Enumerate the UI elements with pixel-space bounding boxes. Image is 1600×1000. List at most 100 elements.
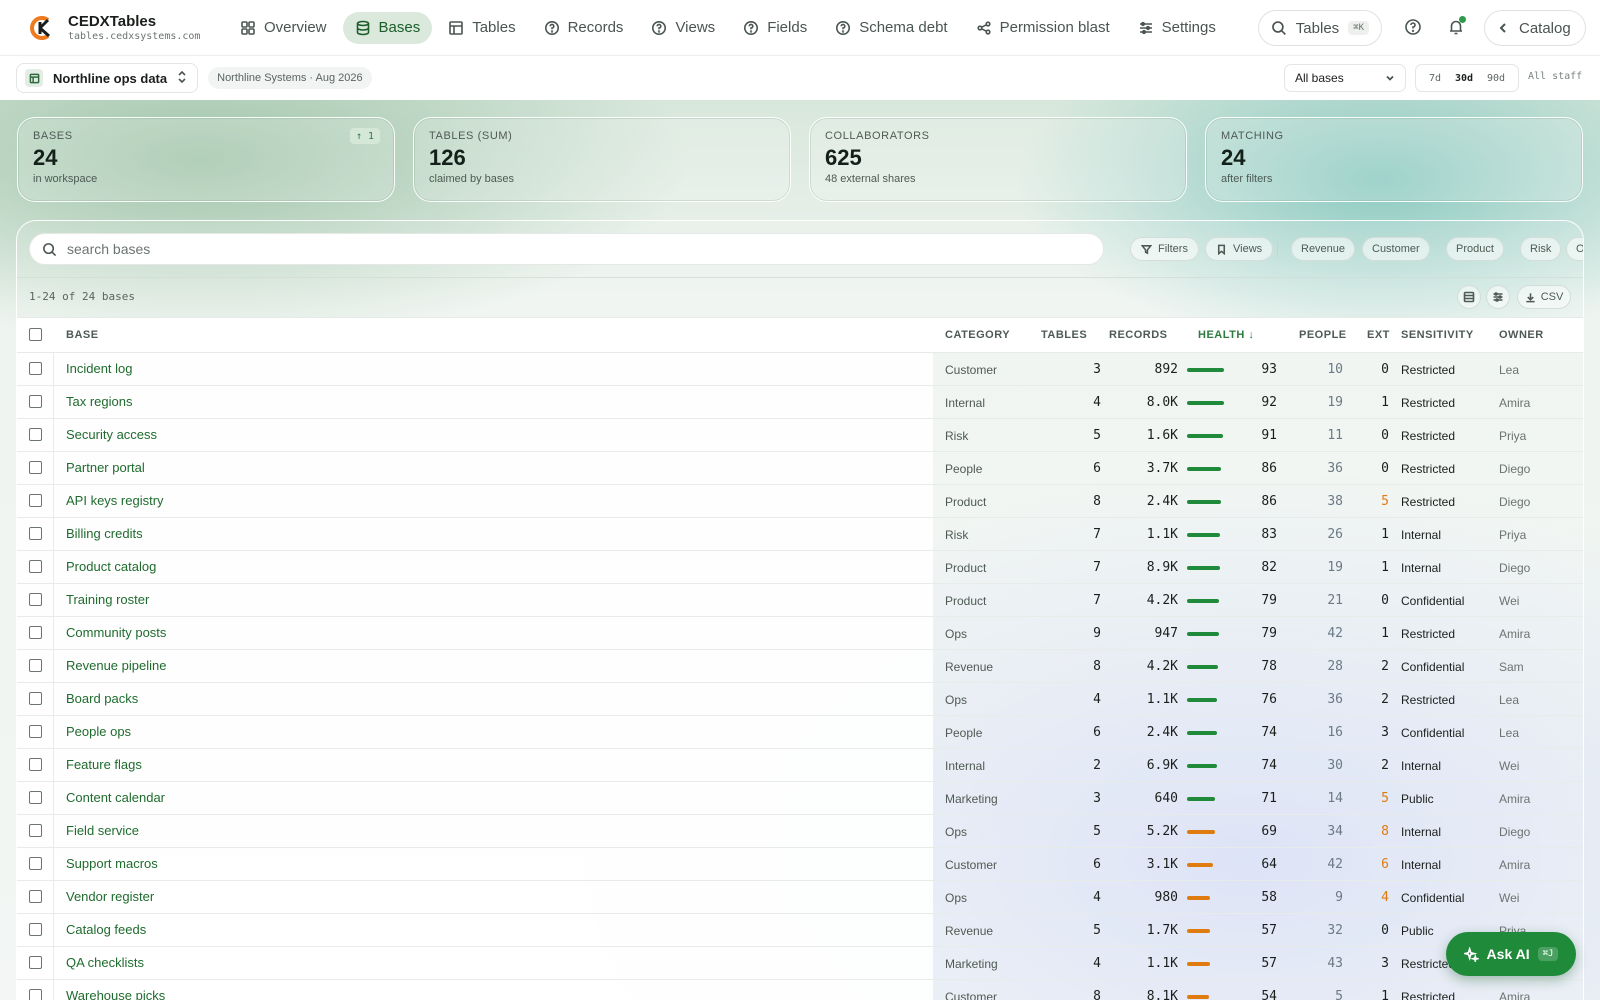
row-checkbox[interactable] xyxy=(29,527,42,540)
table-row[interactable]: Field service Ops 5 5.2K 69 34 8 Interna… xyxy=(17,815,1583,848)
col-base[interactable]: Base xyxy=(66,329,99,341)
table-row[interactable]: Catalog feeds Revenue 5 1.7K 57 32 0 Pub… xyxy=(17,914,1583,947)
col-records[interactable]: Records xyxy=(1109,329,1168,341)
row-checkbox[interactable] xyxy=(29,989,42,1000)
views-button[interactable]: Views xyxy=(1205,237,1274,261)
row-checkbox[interactable] xyxy=(29,824,42,837)
range-7d[interactable]: 7d xyxy=(1429,73,1441,84)
base-name-link[interactable]: Billing credits xyxy=(66,526,143,541)
base-name-link[interactable]: Tax regions xyxy=(66,394,132,409)
nav-records[interactable]: Records xyxy=(532,12,636,44)
columns-settings-button[interactable] xyxy=(1486,285,1510,309)
nav-views[interactable]: Views xyxy=(639,12,727,44)
brand[interactable]: CEDXTables tables.cedxsystems.com xyxy=(28,14,208,42)
base-name-link[interactable]: Board packs xyxy=(66,691,138,706)
help-button[interactable] xyxy=(1402,16,1424,38)
base-name-link[interactable]: Revenue pipeline xyxy=(66,658,166,673)
table-row[interactable]: Product catalog Product 7 8.9K 82 19 1 I… xyxy=(17,551,1583,584)
col-owner[interactable]: Owner xyxy=(1499,329,1544,341)
row-checkbox[interactable] xyxy=(29,857,42,870)
base-name-link[interactable]: Feature flags xyxy=(66,757,142,772)
category-chip-risk[interactable]: Risk xyxy=(1520,237,1562,261)
table-row[interactable]: Revenue pipeline Revenue 8 4.2K 78 28 2 … xyxy=(17,650,1583,683)
row-checkbox[interactable] xyxy=(29,692,42,705)
nav-bases[interactable]: Bases xyxy=(342,11,433,44)
table-row[interactable]: Feature flags Internal 2 6.9K 74 30 2 In… xyxy=(17,749,1583,782)
row-checkbox[interactable] xyxy=(29,923,42,936)
row-checkbox[interactable] xyxy=(29,362,42,375)
select-all-checkbox[interactable] xyxy=(29,328,42,341)
base-name-link[interactable]: Support macros xyxy=(66,856,158,871)
nav-schema-debt[interactable]: Schema debt xyxy=(823,12,959,44)
base-name-link[interactable]: Vendor register xyxy=(66,889,154,904)
row-checkbox[interactable] xyxy=(29,626,42,639)
nav-overview[interactable]: Overview xyxy=(228,12,339,44)
table-row[interactable]: Content calendar Marketing 3 640 71 14 5… xyxy=(17,782,1583,815)
table-row[interactable]: Billing credits Risk 7 1.1K 83 26 1 Inte… xyxy=(17,518,1583,551)
table-row[interactable]: Incident log Customer 3 892 93 10 0 Rest… xyxy=(17,353,1583,386)
base-name-link[interactable]: QA checklists xyxy=(66,955,144,970)
search-box[interactable] xyxy=(29,233,1104,265)
row-checkbox[interactable] xyxy=(29,758,42,771)
nav-permission-blast[interactable]: Permission blast xyxy=(964,12,1122,44)
nav-tables[interactable]: Tables xyxy=(436,12,527,44)
ask-ai-button[interactable]: Ask AI ⌘J xyxy=(1446,932,1576,976)
table-row[interactable]: Warehouse picks Customer 8 8.1K 54 5 1 R… xyxy=(17,980,1583,1000)
col-category[interactable]: Category xyxy=(945,329,1010,341)
base-name-link[interactable]: Community posts xyxy=(66,625,166,640)
search-input[interactable] xyxy=(67,241,967,257)
row-checkbox[interactable] xyxy=(29,791,42,804)
row-checkbox[interactable] xyxy=(29,725,42,738)
range-90d[interactable]: 90d xyxy=(1487,73,1505,84)
table-row[interactable]: API keys registry Product 8 2.4K 86 38 5… xyxy=(17,485,1583,518)
row-checkbox[interactable] xyxy=(29,890,42,903)
table-row[interactable]: Training roster Product 7 4.2K 79 21 0 C… xyxy=(17,584,1583,617)
global-search-button[interactable]: Tables ⌘K xyxy=(1258,10,1382,46)
workspace-select[interactable]: Northline ops data xyxy=(16,63,199,93)
table-row[interactable]: Vendor register Ops 4 980 58 9 4 Confide… xyxy=(17,881,1583,914)
catalog-button[interactable]: Catalog xyxy=(1484,10,1586,46)
col-health[interactable]: Health ↓ xyxy=(1198,329,1254,341)
category-chip-customer[interactable]: Customer xyxy=(1362,237,1430,261)
row-checkbox[interactable] xyxy=(29,494,42,507)
base-name-link[interactable]: Content calendar xyxy=(66,790,165,805)
audience-label[interactable]: All staff xyxy=(1528,71,1582,82)
nav-settings[interactable]: Settings xyxy=(1126,12,1228,44)
table-row[interactable]: Tax regions Internal 4 8.0K 92 19 1 Rest… xyxy=(17,386,1583,419)
base-name-link[interactable]: People ops xyxy=(66,724,131,739)
category-chip-product[interactable]: Product xyxy=(1446,237,1504,261)
row-checkbox[interactable] xyxy=(29,560,42,573)
row-checkbox[interactable] xyxy=(29,395,42,408)
base-name-link[interactable]: Partner portal xyxy=(66,460,145,475)
base-name-link[interactable]: Warehouse picks xyxy=(66,988,165,1000)
row-checkbox[interactable] xyxy=(29,428,42,441)
filters-button[interactable]: Filters xyxy=(1130,237,1199,261)
base-name-link[interactable]: Product catalog xyxy=(66,559,156,574)
table-row[interactable]: QA checklists Marketing 4 1.1K 57 43 3 R… xyxy=(17,947,1583,980)
table-row[interactable]: Security access Risk 5 1.6K 91 11 0 Rest… xyxy=(17,419,1583,452)
base-name-link[interactable]: Incident log xyxy=(66,361,133,376)
col-ext[interactable]: Ext xyxy=(1367,329,1390,341)
base-filter-select[interactable]: All bases xyxy=(1284,64,1406,92)
category-chip-revenue[interactable]: Revenue xyxy=(1291,237,1356,261)
base-name-link[interactable]: Security access xyxy=(66,427,157,442)
base-name-link[interactable]: Field service xyxy=(66,823,139,838)
export-csv-button[interactable]: CSV xyxy=(1517,285,1571,309)
notifications-button[interactable] xyxy=(1445,16,1467,38)
table-row[interactable]: People ops People 6 2.4K 74 16 3 Confide… xyxy=(17,716,1583,749)
row-checkbox[interactable] xyxy=(29,461,42,474)
base-name-link[interactable]: Training roster xyxy=(66,592,149,607)
density-button[interactable] xyxy=(1457,285,1481,309)
table-row[interactable]: Partner portal People 6 3.7K 86 36 0 Res… xyxy=(17,452,1583,485)
base-name-link[interactable]: Catalog feeds xyxy=(66,922,146,937)
table-row[interactable]: Support macros Customer 6 3.1K 64 42 6 I… xyxy=(17,848,1583,881)
category-chip-ops[interactable]: Ops xyxy=(1566,237,1583,261)
col-sensitivity[interactable]: Sensitivity xyxy=(1401,329,1474,341)
row-checkbox[interactable] xyxy=(29,659,42,672)
row-checkbox[interactable] xyxy=(29,593,42,606)
base-name-link[interactable]: API keys registry xyxy=(66,493,164,508)
row-checkbox[interactable] xyxy=(29,956,42,969)
range-30d[interactable]: 30d xyxy=(1455,73,1473,84)
table-row[interactable]: Board packs Ops 4 1.1K 76 36 2 Restricte… xyxy=(17,683,1583,716)
col-tables[interactable]: Tables xyxy=(1041,329,1087,341)
